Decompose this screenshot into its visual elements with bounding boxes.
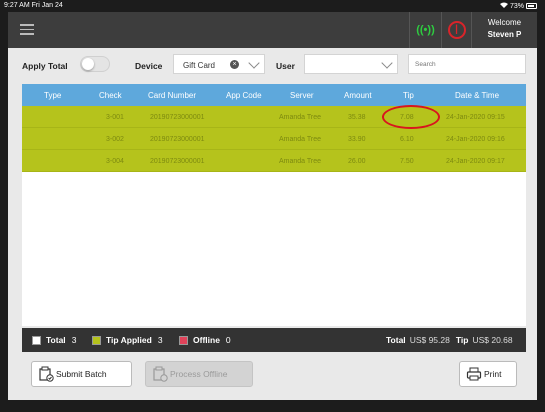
table-header: Type Check Card Number App Code Server A…: [22, 84, 526, 106]
col-server[interactable]: Server: [290, 91, 314, 100]
welcome-panel: Welcome Steven P: [471, 12, 537, 48]
apply-total-label: Apply Total: [22, 61, 68, 71]
total-label: Total: [46, 335, 66, 345]
summary-bar: Total 3 Tip Applied 3 Offline 0 Total US…: [22, 328, 526, 352]
power-button[interactable]: |: [441, 12, 471, 48]
table-row[interactable]: 3-001 20190723000001 Amanda Tree 35.38 7…: [22, 106, 526, 128]
device-value: Gift Card: [183, 61, 216, 70]
cell-amount: 26.00: [348, 158, 366, 165]
power-icon: |: [447, 21, 466, 39]
cell-date-time: 24-Jan-2020 09:17: [446, 158, 505, 165]
device-select[interactable]: Gift Card ×: [173, 54, 265, 74]
tip-applied-label: Tip Applied: [106, 335, 152, 345]
batch-icon: [152, 366, 168, 382]
col-amount[interactable]: Amount: [344, 91, 372, 100]
apply-total-toggle[interactable]: [80, 56, 110, 72]
offline-count: 0: [225, 335, 231, 345]
batch-panel: Apply Total Device Gift Card × User Type…: [8, 48, 537, 400]
app-header: ((•)) | Welcome Steven P: [8, 12, 537, 48]
tip-total-value: US$ 20.68: [472, 335, 513, 345]
clear-icon[interactable]: ×: [230, 60, 239, 69]
grand-total-label: Total: [386, 335, 406, 345]
cell-date-time: 24-Jan-2020 09:16: [446, 136, 505, 143]
submit-batch-button[interactable]: Submit Batch: [31, 361, 132, 387]
wifi-icon: [499, 2, 508, 10]
tip-highlight-circle: [382, 105, 440, 129]
offline-filter[interactable]: Offline 0: [179, 335, 231, 345]
search-input[interactable]: [408, 54, 526, 74]
cell-server: Amanda Tree: [279, 158, 322, 165]
print-label: Print: [484, 369, 502, 379]
cell-server: Amanda Tree: [279, 114, 322, 121]
tip-applied-checkbox[interactable]: [92, 335, 101, 345]
col-card-number[interactable]: Card Number: [148, 91, 196, 100]
cell-date-time: 24-Jan-2020 09:15: [446, 114, 505, 121]
cell-amount: 33.90: [348, 136, 366, 143]
transactions-table: Type Check Card Number App Code Server A…: [22, 84, 526, 326]
offline-label: Offline: [193, 335, 220, 345]
col-tip[interactable]: Tip: [403, 91, 414, 100]
ios-status-bar: 9:27 AM Fri Jan 24 73%: [0, 0, 545, 12]
batch-icon: [38, 366, 54, 382]
cell-tip: 6.10: [400, 136, 414, 143]
cell-amount: 35.38: [348, 114, 366, 121]
cell-card-number: 20190723000001: [150, 158, 205, 165]
cell-card-number: 20190723000001: [150, 136, 205, 143]
chevron-down-icon: [248, 57, 260, 69]
tip-applied-filter[interactable]: Tip Applied 3: [92, 335, 163, 345]
process-offline-label: Process Offline: [170, 369, 228, 379]
process-offline-button[interactable]: Process Offline: [145, 361, 253, 387]
table-row[interactable]: 3-002 20190723000001 Amanda Tree 33.90 6…: [22, 128, 526, 150]
toggle-knob: [82, 58, 94, 70]
offline-checkbox[interactable]: [179, 335, 188, 345]
battery-percent: 73%: [509, 2, 524, 10]
menu-icon[interactable]: [20, 24, 34, 35]
status-indicators: 73%: [499, 2, 537, 10]
total-checkbox[interactable]: [32, 335, 41, 345]
filter-bar: Apply Total Device Gift Card × User: [8, 48, 537, 82]
cell-check: 3-002: [106, 136, 124, 143]
col-app-code[interactable]: App Code: [226, 91, 262, 100]
welcome-label: Welcome: [487, 18, 522, 27]
printer-icon: [466, 366, 482, 382]
connection-signal-icon[interactable]: ((•)): [409, 12, 441, 48]
username: Steven P: [487, 30, 522, 39]
tip-applied-count: 3: [157, 335, 163, 345]
cell-card-number: 20190723000001: [150, 114, 205, 121]
col-check[interactable]: Check: [99, 91, 122, 100]
battery-icon: [526, 3, 537, 9]
submit-batch-label: Submit Batch: [56, 369, 107, 379]
col-type[interactable]: Type: [44, 91, 61, 100]
cell-server: Amanda Tree: [279, 136, 322, 143]
cell-check: 3-004: [106, 158, 124, 165]
status-time: 9:27 AM Fri Jan 24: [4, 2, 63, 9]
total-filter[interactable]: Total 3: [32, 335, 76, 345]
tip-total-label: Tip: [455, 335, 469, 345]
grand-total-value: US$ 95.28: [409, 335, 450, 345]
table-row[interactable]: 3-004 20190723000001 Amanda Tree 26.00 7…: [22, 150, 526, 172]
user-select[interactable]: [304, 54, 398, 74]
user-label: User: [276, 61, 295, 71]
device-label: Device: [135, 61, 163, 71]
total-count: 3: [71, 335, 77, 345]
cell-tip: 7.50: [400, 158, 414, 165]
col-date-time[interactable]: Date & Time: [455, 91, 499, 100]
grand-total: Total US$ 95.28 Tip US$ 20.68: [386, 335, 513, 345]
print-button[interactable]: Print: [459, 361, 517, 387]
cell-check: 3-001: [106, 114, 124, 121]
chevron-down-icon: [381, 57, 393, 69]
